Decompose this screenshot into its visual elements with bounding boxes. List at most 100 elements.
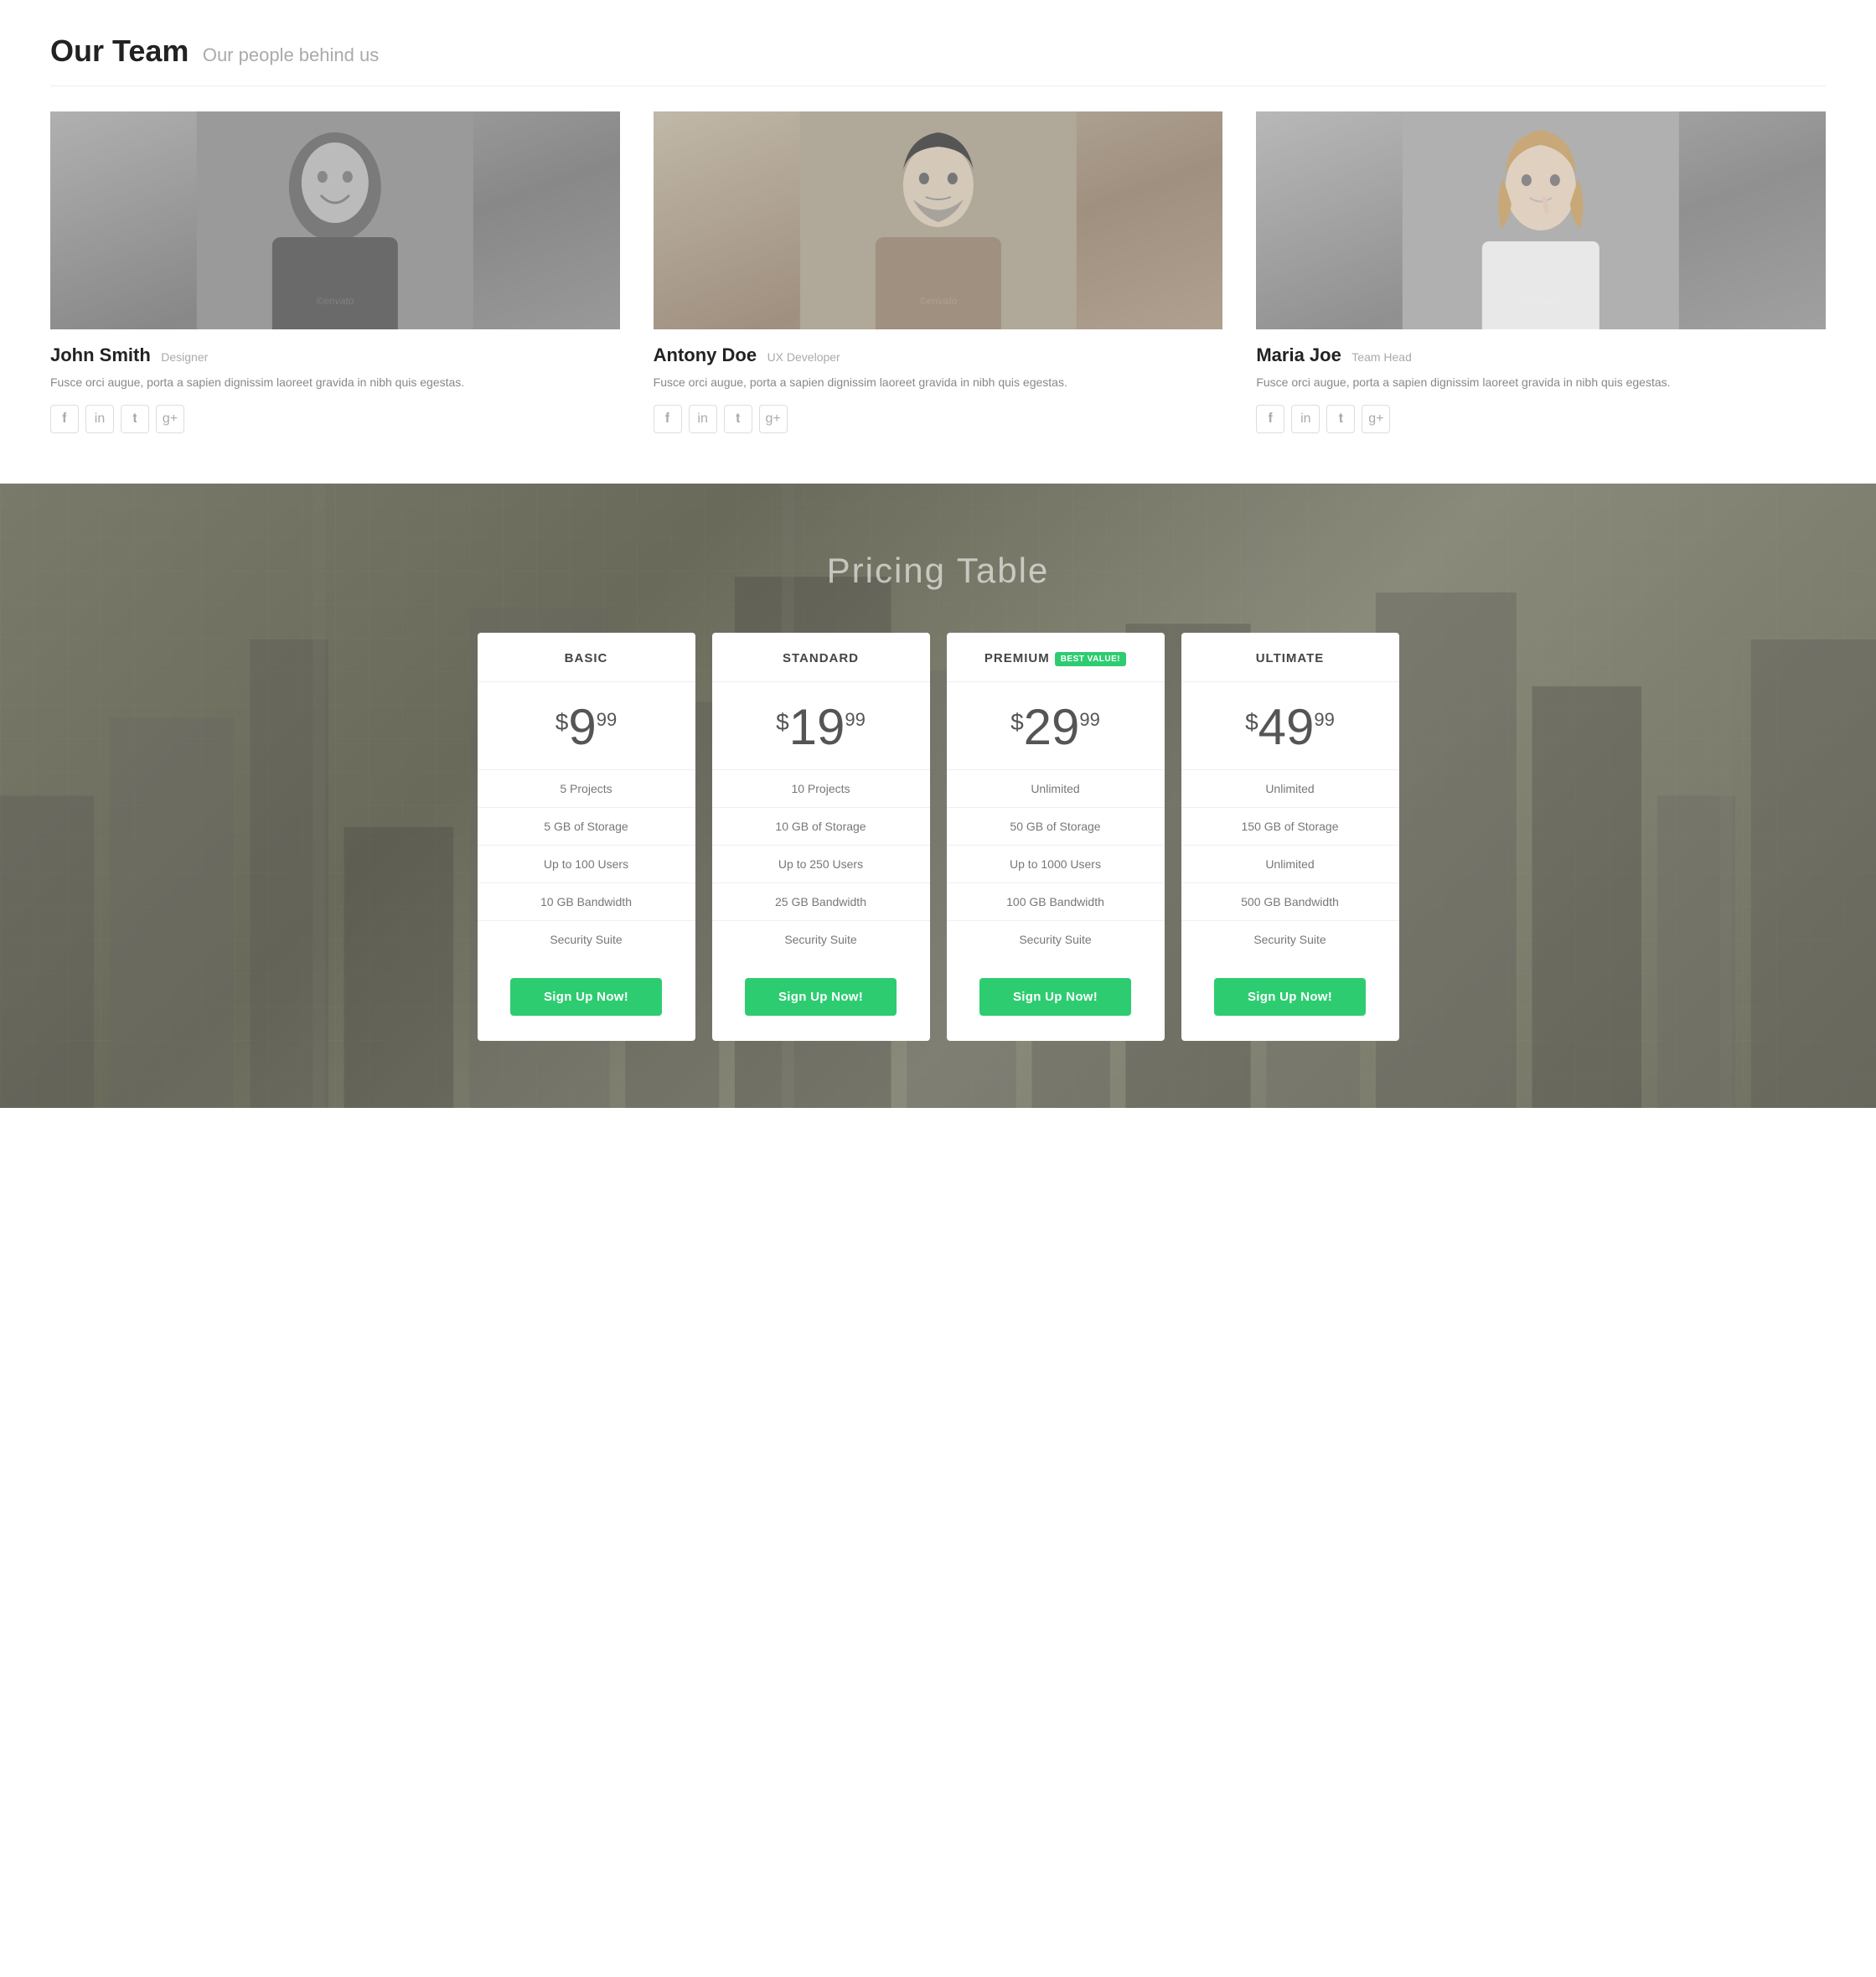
plan-price: $1999: [721, 702, 922, 753]
team-subtitle: Our people behind us: [203, 44, 379, 65]
linkedin-icon[interactable]: in: [689, 405, 717, 433]
team-title: Our Team: [50, 34, 189, 68]
signup-button[interactable]: Sign Up Now!: [979, 978, 1131, 1016]
member-name: Maria Joe: [1256, 344, 1341, 365]
plan-name: PREMIUM: [985, 651, 1050, 665]
member-photo: ©envato: [654, 111, 1223, 329]
plan-feature: Up to 250 Users: [712, 846, 930, 883]
member-bio: Fusce orci augue, porta a sapien digniss…: [1256, 373, 1826, 391]
plan-feature: Up to 1000 Users: [947, 846, 1165, 883]
plan-feature: Security Suite: [712, 921, 930, 958]
pricing-section: Pricing Table BASIC $999 5 Projects5 GB …: [0, 484, 1876, 1108]
plan-feature: 10 Projects: [712, 770, 930, 808]
plan-name: BASIC: [565, 651, 608, 665]
member-photo: ©envato: [1256, 111, 1826, 329]
plan-features: 5 Projects5 GB of StorageUp to 100 Users…: [478, 770, 695, 958]
plan-feature: Unlimited: [1181, 770, 1399, 808]
plan-price-area: $1999: [712, 682, 930, 770]
plan-price-area: $999: [478, 682, 695, 770]
member-role: Team Head: [1351, 350, 1412, 364]
plan-features: Unlimited50 GB of StorageUp to 1000 User…: [947, 770, 1165, 958]
price-main: 9: [568, 699, 596, 755]
plan-feature: Security Suite: [478, 921, 695, 958]
svg-text:©envato: ©envato: [919, 295, 957, 307]
member-photo: ©envato: [50, 111, 620, 329]
price-main: 49: [1258, 699, 1315, 755]
plan-name: STANDARD: [783, 651, 859, 665]
plan-feature: Security Suite: [1181, 921, 1399, 958]
plan-feature: 10 GB Bandwidth: [478, 883, 695, 921]
plan-header: BASIC: [478, 633, 695, 682]
linkedin-icon[interactable]: in: [1291, 405, 1320, 433]
team-header: Our Team Our people behind us: [50, 34, 1826, 86]
price-dollar: $: [1245, 711, 1258, 734]
pricing-card: BASIC $999 5 Projects5 GB of StorageUp t…: [478, 633, 695, 1041]
pricing-card: STANDARD $1999 10 Projects10 GB of Stora…: [712, 633, 930, 1041]
member-name: Antony Doe: [654, 344, 757, 365]
pricing-card: ULTIMATE $4999 Unlimited150 GB of Storag…: [1181, 633, 1399, 1041]
member-bio: Fusce orci augue, porta a sapien digniss…: [654, 373, 1223, 391]
svg-text:©envato: ©envato: [316, 295, 354, 307]
team-grid: ©envato John Smith Designer Fusce orci a…: [50, 111, 1826, 433]
team-section: Our Team Our people behind us ©envato Jo…: [0, 0, 1876, 484]
price-dollar: $: [556, 711, 569, 734]
linkedin-icon[interactable]: in: [85, 405, 114, 433]
member-role: Designer: [161, 350, 208, 364]
social-links: 𝐟in𝐭g+: [50, 405, 620, 433]
plan-price: $4999: [1190, 702, 1391, 753]
plan-feature: 5 GB of Storage: [478, 808, 695, 846]
pricing-title: Pricing Table: [34, 551, 1842, 591]
facebook-icon[interactable]: 𝐟: [1256, 405, 1284, 433]
pricing-card: PREMIUM BEST VALUE! $2999 Unlimited50 GB …: [947, 633, 1165, 1041]
price-cents: 99: [1314, 711, 1334, 729]
plan-feature: Unlimited: [1181, 846, 1399, 883]
plan-header: PREMIUM BEST VALUE!: [947, 633, 1165, 682]
member-bio: Fusce orci augue, porta a sapien digniss…: [50, 373, 620, 391]
best-value-badge: BEST VALUE!: [1055, 652, 1126, 666]
twitter-icon[interactable]: 𝐭: [724, 405, 752, 433]
facebook-icon[interactable]: 𝐟: [654, 405, 682, 433]
plan-feature: 25 GB Bandwidth: [712, 883, 930, 921]
plan-price-area: $4999: [1181, 682, 1399, 770]
price-cents: 99: [845, 711, 865, 729]
plan-feature: Unlimited: [947, 770, 1165, 808]
plan-features: Unlimited150 GB of StorageUnlimited500 G…: [1181, 770, 1399, 958]
plan-feature: 10 GB of Storage: [712, 808, 930, 846]
price-main: 19: [789, 699, 845, 755]
signup-button[interactable]: Sign Up Now!: [510, 978, 662, 1016]
plan-name: ULTIMATE: [1256, 651, 1325, 665]
twitter-icon[interactable]: 𝐭: [1326, 405, 1355, 433]
price-dollar: $: [1010, 711, 1024, 734]
plan-price-area: $2999: [947, 682, 1165, 770]
twitter-icon[interactable]: 𝐭: [121, 405, 149, 433]
plan-price: $999: [486, 702, 687, 753]
member-name-line: Maria Joe Team Head: [1256, 344, 1826, 366]
plan-feature: 500 GB Bandwidth: [1181, 883, 1399, 921]
signup-button[interactable]: Sign Up Now!: [745, 978, 897, 1016]
plan-feature: 100 GB Bandwidth: [947, 883, 1165, 921]
price-dollar: $: [776, 711, 789, 734]
plan-feature: 5 Projects: [478, 770, 695, 808]
price-main: 29: [1024, 699, 1080, 755]
member-name-line: Antony Doe UX Developer: [654, 344, 1223, 366]
googleplus-icon[interactable]: g+: [759, 405, 788, 433]
googleplus-icon[interactable]: g+: [156, 405, 184, 433]
team-member: ©envato John Smith Designer Fusce orci a…: [50, 111, 620, 433]
plan-feature: Security Suite: [947, 921, 1165, 958]
member-name: John Smith: [50, 344, 151, 365]
facebook-icon[interactable]: 𝐟: [50, 405, 79, 433]
plan-header: STANDARD: [712, 633, 930, 682]
svg-text:©envato: ©envato: [1522, 295, 1560, 307]
plan-features: 10 Projects10 GB of StorageUp to 250 Use…: [712, 770, 930, 958]
pricing-grid: BASIC $999 5 Projects5 GB of StorageUp t…: [478, 633, 1399, 1041]
signup-button[interactable]: Sign Up Now!: [1214, 978, 1366, 1016]
social-links: 𝐟in𝐭g+: [1256, 405, 1826, 433]
plan-feature: Up to 100 Users: [478, 846, 695, 883]
googleplus-icon[interactable]: g+: [1362, 405, 1390, 433]
price-cents: 99: [597, 711, 617, 729]
plan-header: ULTIMATE: [1181, 633, 1399, 682]
member-name-line: John Smith Designer: [50, 344, 620, 366]
team-member: ©envato Antony Doe UX Developer Fusce or…: [654, 111, 1223, 433]
member-role: UX Developer: [767, 350, 840, 364]
plan-feature: 50 GB of Storage: [947, 808, 1165, 846]
